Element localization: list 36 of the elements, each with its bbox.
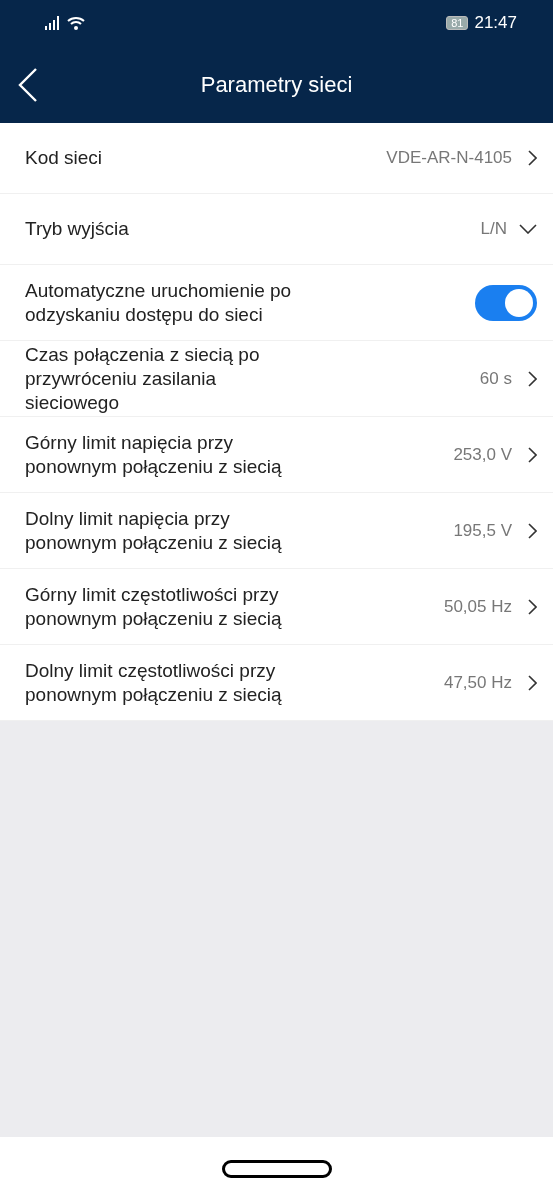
setting-row[interactable]: Dolny limit napięcia przy ponownym połączeniu z siecią 195,5 V bbox=[0, 493, 553, 569]
chevron-right-icon bbox=[528, 674, 537, 691]
status-time: 21:47 bbox=[474, 12, 517, 35]
chevron-right-icon bbox=[528, 370, 537, 387]
setting-value: 195,5 V bbox=[453, 519, 512, 542]
setting-value: 253,0 V bbox=[453, 443, 512, 466]
setting-label: Kod sieci bbox=[25, 146, 104, 170]
setting-label: Dolny limit napięcia przy ponownym połączeniu z siecią bbox=[25, 506, 283, 555]
chevron-right-icon bbox=[528, 598, 537, 615]
chevron-right-icon bbox=[528, 150, 537, 166]
setting-value: L/N bbox=[480, 218, 507, 241]
page-title: Parametry sieci bbox=[200, 71, 353, 99]
setting-row[interactable]: Kod sieci VDE-AR-N-4105 bbox=[0, 123, 553, 194]
setting-row[interactable]: Czas połączenia z siecią po przywróceniu zasilania sieciowego 60 s bbox=[0, 341, 553, 417]
setting-row[interactable]: Dolny limit częstotliwości przy ponownym połączeniu z siecią 47,50 Hz bbox=[0, 645, 553, 721]
setting-label: Górny limit częstotliwości przy ponownym połączeniu z siecią bbox=[25, 582, 283, 631]
setting-row[interactable]: Automatyczne uruchomienie po odzyskaniu dostępu do sieci bbox=[0, 265, 553, 341]
chevron-right-icon bbox=[528, 522, 537, 539]
setting-value: VDE-AR-N-4105 bbox=[386, 147, 512, 170]
battery-icon: 81 bbox=[446, 16, 469, 30]
setting-label: Tryb wyjścia bbox=[25, 217, 130, 241]
setting-value: 60 s bbox=[479, 367, 512, 390]
home-indicator[interactable] bbox=[221, 1159, 332, 1178]
setting-label: Dolny limit częstotliwości przy ponownym połączeniu z siecią bbox=[25, 658, 283, 707]
toggle-switch[interactable] bbox=[475, 284, 537, 321]
setting-value: 47,50 Hz bbox=[443, 671, 512, 694]
setting-label: Czas połączenia z siecią po przywróceniu zasilania sieciowego bbox=[25, 342, 261, 415]
setting-row[interactable]: Tryb wyjścia L/N bbox=[0, 194, 553, 265]
chevron-down-icon bbox=[519, 224, 537, 234]
setting-row[interactable]: Górny limit częstotliwości przy ponownym połączeniu z siecią 50,05 Hz bbox=[0, 569, 553, 645]
setting-row[interactable]: Górny limit napięcia przy ponownym połączeniu z siecią 253,0 V bbox=[0, 417, 553, 493]
setting-label: Automatyczne uruchomienie po odzyskaniu dostępu do sieci bbox=[25, 278, 293, 327]
chevron-right-icon bbox=[528, 446, 537, 463]
setting-value: 50,05 Hz bbox=[443, 595, 512, 618]
back-button[interactable] bbox=[18, 68, 38, 102]
setting-label: Górny limit napięcia przy ponownym połączeniu z siecią bbox=[25, 430, 283, 479]
